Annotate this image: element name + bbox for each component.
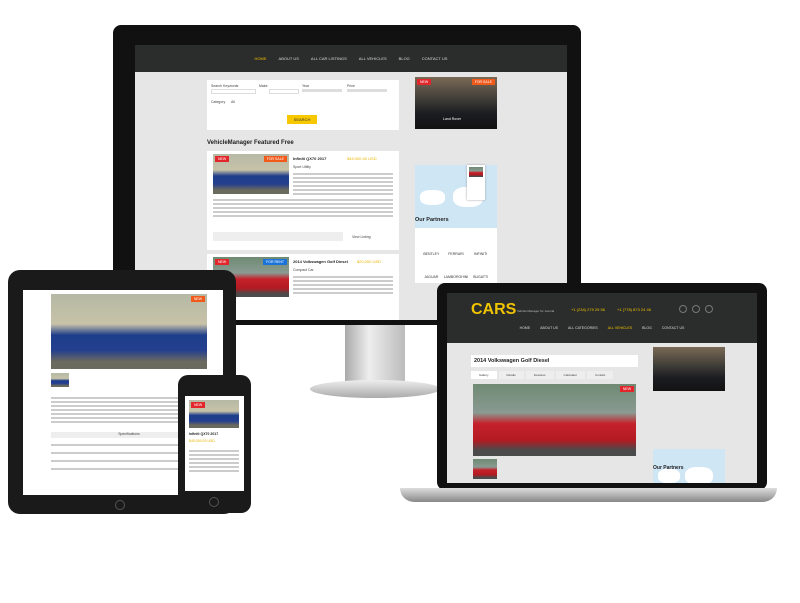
facebook-icon[interactable] [692,305,700,313]
partner-logo[interactable]: INFINITI [468,252,493,256]
nav-vehicles[interactable]: ALL VEHICLES [608,326,632,330]
monitor-base [310,380,440,398]
laptop-nav: HOME ABOUT US ALL CATEGORIES ALL VEHICLE… [447,326,757,330]
nav-about[interactable]: ABOUT US [540,326,558,330]
vehicle-tabs: Gallery Details Features Calculator Cont… [471,371,614,379]
nav-about[interactable]: ABOUT US [279,56,299,61]
nav-contact[interactable]: CONTACT US [662,326,684,330]
partner-logo[interactable]: FERRARI [444,252,469,256]
brand-logo[interactable]: CARS [471,301,516,319]
search-form: Search Keywords Make Year Price Category… [207,80,399,130]
partners-title: Our Partners [415,217,449,223]
price-label: Price [347,84,355,88]
car-photo[interactable]: NEW [189,400,239,428]
listing-category: Sport Utility [293,165,311,169]
partners-grid: BENTLEY FERRARI INFINITI JAGUAR LAMBORGH… [415,228,497,283]
view-listing-link[interactable]: View Listing [352,235,371,239]
phone-listing-title[interactable]: Infiniti QX70 2017 [189,432,218,436]
desktop-nav: HOME ABOUT US ALL CAR LISTINGS ALL VEHIC… [135,45,567,72]
sidebar-ad[interactable] [653,347,725,391]
listing-price: $20,000 USD [357,259,382,264]
nav-vehicles[interactable]: ALL VEHICLES [359,56,387,61]
tab-contact[interactable]: Contact [587,371,614,379]
phone-number-2: +1 (778) 873 24 46 [617,307,651,312]
nav-home[interactable]: HOME [255,56,267,61]
tablet-home-button[interactable] [115,500,125,510]
make-input[interactable] [269,89,299,94]
sale-badge: FOR SALE [263,156,287,162]
map-popup [467,165,485,200]
tagline: Vehicle Manager for Joomla [517,309,555,313]
laptop-header: CARS Vehicle Manager for Joomla +1 (234)… [447,293,757,343]
sidebar-ad[interactable]: NEW FOR SALE Land Rover [415,77,497,129]
nav-blog[interactable]: BLOG [642,326,652,330]
keywords-input[interactable] [211,89,256,94]
keywords-label: Search Keywords [211,84,239,88]
car-photo[interactable]: NEW [51,294,207,369]
tab-features[interactable]: Features [525,371,554,379]
phone-number-1: +1 (234) 279 29 56 [571,307,605,312]
twitter-icon[interactable] [679,305,687,313]
phone-home-button[interactable] [209,497,219,507]
listing-category: Compact Car [293,268,314,272]
vehicle-title-bar: 2014 Volkswagen Golf Diesel [471,355,638,367]
partner-logo[interactable]: BUGATTI [468,275,493,279]
phone-description [189,448,239,474]
sale-badge: NEW [190,296,205,302]
tab-calculator[interactable]: Calculator [555,371,586,379]
category-select[interactable]: All [231,100,235,104]
partner-logo[interactable]: JAGUAR [419,275,444,279]
new-badge: NEW [215,156,230,162]
laptop-base [400,488,777,502]
thumbnail[interactable] [51,373,69,387]
rent-badge: FOR RENT [263,259,287,265]
new-badge: NEW [417,79,432,85]
thumbnail[interactable] [473,459,497,479]
vehicle-gallery-image[interactable]: NEW [473,384,636,456]
partner-logo[interactable]: LAMBORGHINI [444,275,469,279]
youtube-icon[interactable] [705,305,713,313]
listing-title[interactable]: Infiniti QX70 2017 [293,156,326,161]
listing-description-cont [213,197,393,219]
category-label: Category [211,100,226,104]
ad-caption: Land Rover [443,117,462,121]
laptop-screen: CARS Vehicle Manager for Joomla +1 (234)… [447,293,757,483]
new-badge: NEW [215,259,230,265]
listing-price: $45,000.00 USD [347,156,377,161]
phone-screen: NEW Infiniti QX70 2017 $45,000.00 USD [185,396,244,491]
sale-badge: FOR SALE [471,79,495,85]
nav-contact[interactable]: CONTACT US [422,56,448,61]
featured-title: VehicleManager Featured Free [207,140,294,146]
nav-blog[interactable]: BLOG [399,56,410,61]
listing-description [293,274,393,296]
features-bar [213,232,343,241]
tab-gallery[interactable]: Gallery [471,371,497,379]
price-slider[interactable] [347,89,387,92]
nav-listings[interactable]: ALL CAR LISTINGS [311,56,347,61]
year-label: Year [302,84,310,88]
make-label: Make [259,84,268,88]
monitor-stand [345,318,405,388]
search-button[interactable]: SEARCH [287,115,317,124]
vehicle-title: 2014 Volkswagen Golf Diesel [474,358,550,364]
new-badge: NEW [619,386,634,392]
partners-title: Our Partners [653,465,684,471]
year-slider[interactable] [302,89,342,92]
tab-details[interactable]: Details [498,371,524,379]
listing-title[interactable]: 2014 Volkswagen Golf Diesel [293,259,348,264]
nav-home[interactable]: HOME [520,326,531,330]
listing-card[interactable]: NEW FOR SALE Infiniti QX70 2017 $45,000.… [207,151,399,250]
partner-logo[interactable]: BENTLEY [419,252,444,256]
phone-listing-price: $45,000.00 USD [189,439,215,443]
car-photo[interactable]: NEW FOR SALE [213,154,289,194]
listing-description [293,171,393,197]
nav-categories[interactable]: ALL CATEGORIES [568,326,598,330]
new-badge: NEW [191,402,206,408]
